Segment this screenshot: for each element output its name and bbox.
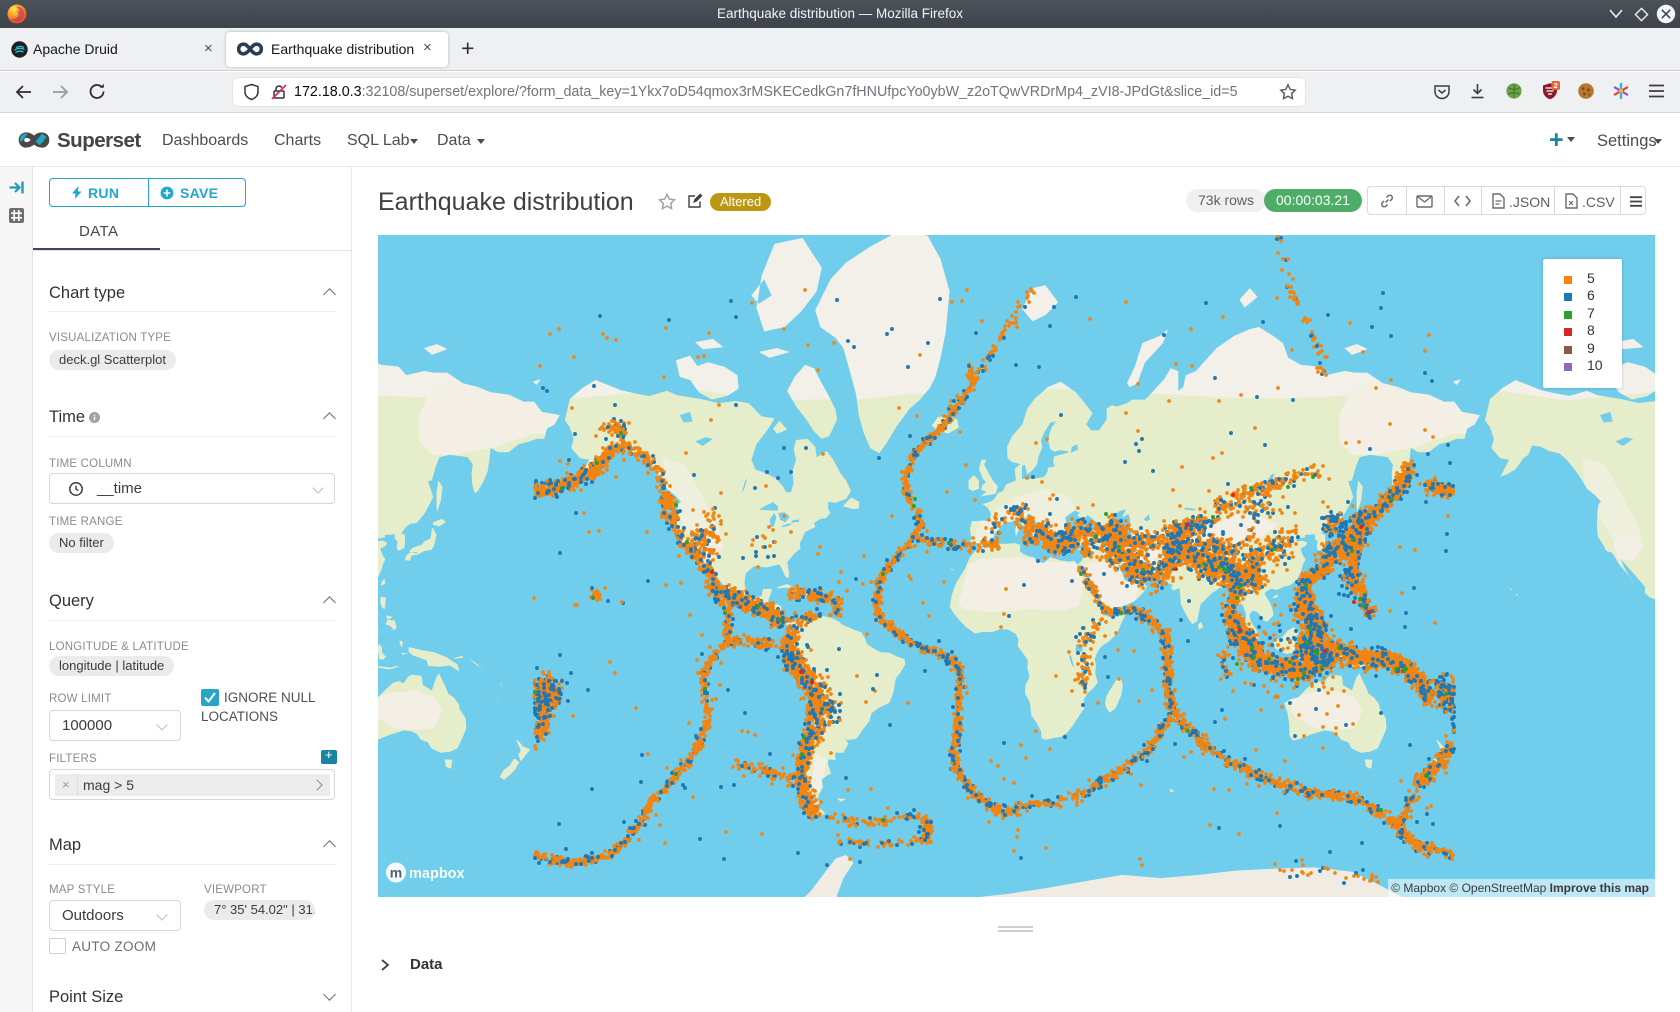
svg-text:mapbox: mapbox — [409, 866, 465, 882]
svg-text:m: m — [390, 865, 402, 881]
svg-text:2: 2 — [1554, 81, 1558, 90]
